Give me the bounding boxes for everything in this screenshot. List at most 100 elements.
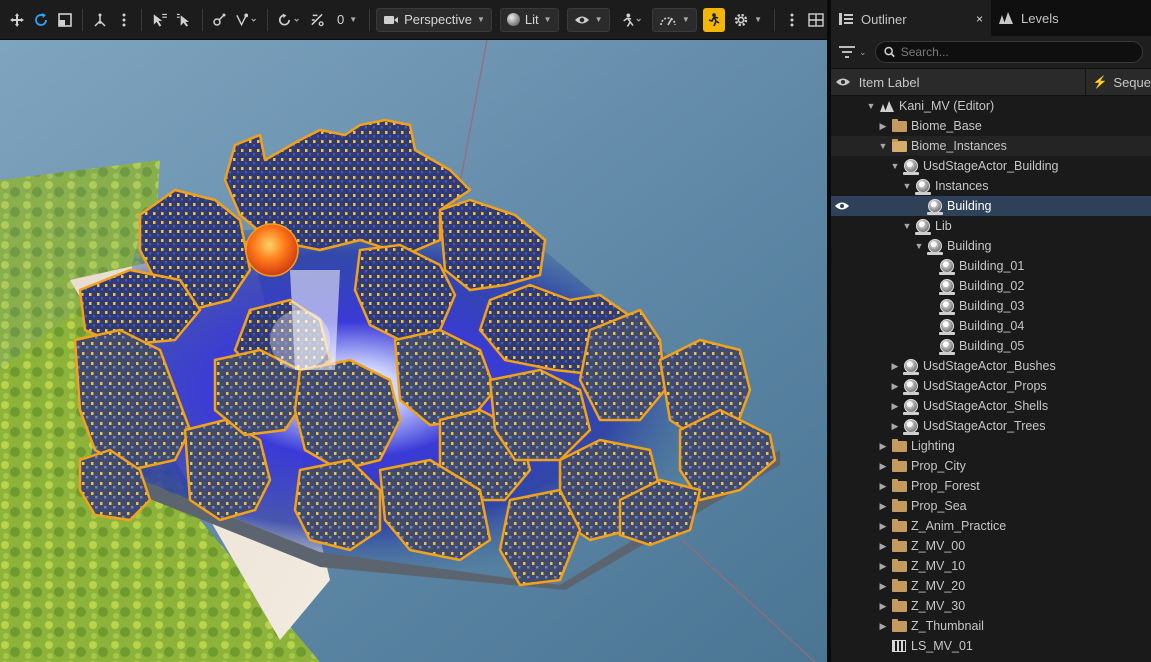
expanded-arrow-icon[interactable]: ▼ xyxy=(877,141,889,151)
expanded-arrow-icon[interactable]: ▼ xyxy=(913,241,925,251)
rotate-icon[interactable] xyxy=(30,8,52,32)
tree-row[interactable]: Building_04 xyxy=(831,316,1151,336)
tree-row[interactable]: ▶ Z_MV_00 xyxy=(831,536,1151,556)
tree-item-label: Biome_Base xyxy=(911,119,982,133)
search-input[interactable] xyxy=(900,45,1134,59)
more-options-icon[interactable] xyxy=(113,8,135,32)
viewport-layout-icon[interactable] xyxy=(805,8,827,32)
search-box[interactable] xyxy=(874,41,1143,63)
folder-icon xyxy=(891,618,907,634)
tree-row[interactable]: ▶ UsdStageActor_Props xyxy=(831,376,1151,396)
expanded-arrow-icon[interactable]: ▼ xyxy=(901,181,913,191)
folder-open-icon xyxy=(891,138,907,154)
expanded-arrow-icon[interactable]: ▼ xyxy=(889,161,901,171)
tree-row[interactable]: ▶ UsdStageActor_Bushes xyxy=(831,356,1151,376)
viewport-settings-dropdown[interactable]: ▼ xyxy=(727,8,768,32)
eye-icon xyxy=(835,78,850,86)
tree-row[interactable]: ▼ Kani_MV (Editor) xyxy=(831,96,1151,116)
tree-row[interactable]: ▶ Prop_Sea xyxy=(831,496,1151,516)
tree-row[interactable]: ▶ Z_MV_10 xyxy=(831,556,1151,576)
grid-snap-icon[interactable] xyxy=(306,8,329,32)
collapsed-arrow-icon[interactable]: ▶ xyxy=(889,421,901,432)
expanded-arrow-icon[interactable]: ▼ xyxy=(865,101,877,111)
show-flags-dropdown[interactable]: ▼ xyxy=(566,7,610,32)
visibility-column-header[interactable] xyxy=(831,77,855,87)
close-icon[interactable]: × xyxy=(976,12,983,26)
realtime-toggle-icon[interactable] xyxy=(702,7,726,32)
collapsed-arrow-icon[interactable]: ▶ xyxy=(889,361,901,372)
tree-item-label: UsdStageActor_Building xyxy=(923,159,1059,173)
filter-button[interactable]: ⌄ xyxy=(839,46,867,58)
usd-actor-icon xyxy=(927,198,943,215)
tree-row[interactable]: ▶ Z_Thumbnail xyxy=(831,616,1151,636)
scene-render[interactable] xyxy=(0,40,827,662)
tree-row[interactable]: ▶ UsdStageActor_Shells xyxy=(831,396,1151,416)
tree-row[interactable]: Building_03 xyxy=(831,296,1151,316)
collapsed-arrow-icon[interactable]: ▶ xyxy=(877,541,889,552)
outliner-search-row: ⌄ xyxy=(831,36,1151,68)
visibility-eye-icon[interactable] xyxy=(835,200,849,214)
tree-row[interactable]: ▶ Z_Anim_Practice xyxy=(831,516,1151,536)
toolbar-divider xyxy=(774,8,776,31)
tree-row[interactable]: Building_05 xyxy=(831,336,1151,356)
level-viewport[interactable]: 0 ▼ Perspective ▼ Lit ▼ ▼ ▼ ▼ xyxy=(0,0,827,662)
select-mode-icon[interactable] xyxy=(148,8,171,32)
usd-actor-icon xyxy=(927,238,943,255)
view-mode-dropdown[interactable]: Perspective ▼ xyxy=(376,7,492,32)
collapsed-arrow-icon[interactable]: ▶ xyxy=(877,121,889,132)
performance-dropdown[interactable]: ▼ xyxy=(651,7,697,32)
tree-row[interactable]: ▼ Lib xyxy=(831,216,1151,236)
collapsed-arrow-icon[interactable]: ▶ xyxy=(877,601,889,612)
surface-snap-icon[interactable] xyxy=(208,8,230,32)
tree-item-label: Lighting xyxy=(911,439,955,453)
lit-sphere-icon xyxy=(506,13,520,26)
tree-row[interactable]: Building xyxy=(831,196,1151,216)
tab-levels[interactable]: Levels xyxy=(991,0,1067,36)
select-filter-icon[interactable] xyxy=(173,8,196,32)
collapsed-arrow-icon[interactable]: ▶ xyxy=(877,481,889,492)
tab-outliner[interactable]: Outliner × xyxy=(831,0,991,36)
translate-icon[interactable] xyxy=(6,8,28,32)
tree-row[interactable]: ▶ Z_MV_30 xyxy=(831,596,1151,616)
collapsed-arrow-icon[interactable]: ▶ xyxy=(877,621,889,632)
tree-row[interactable]: ▶ Prop_City xyxy=(831,456,1151,476)
coordinate-space-icon[interactable] xyxy=(89,8,111,32)
collapsed-arrow-icon[interactable]: ▶ xyxy=(889,401,901,412)
tree-row[interactable]: ▶ Lighting xyxy=(831,436,1151,456)
tree-item-label: Z_MV_00 xyxy=(911,539,966,553)
tree-row[interactable]: LS_MV_01 xyxy=(831,636,1151,656)
collapsed-arrow-icon[interactable]: ▶ xyxy=(877,581,889,592)
tree-item-label: Prop_Forest xyxy=(911,479,980,493)
tree-row[interactable]: Building_02 xyxy=(831,276,1151,296)
tree-row[interactable]: Building_01 xyxy=(831,256,1151,276)
collapsed-arrow-icon[interactable]: ▶ xyxy=(889,381,901,392)
snap-value-dropdown[interactable]: 0 ▼ xyxy=(331,8,363,32)
lighting-mode-dropdown[interactable]: Lit ▼ xyxy=(499,7,559,32)
collapsed-arrow-icon[interactable]: ▶ xyxy=(877,561,889,572)
collapsed-arrow-icon[interactable]: ▶ xyxy=(877,441,889,452)
game-view-icon[interactable] xyxy=(616,8,646,32)
tree-row[interactable]: ▼ UsdStageActor_Building xyxy=(831,156,1151,176)
chevron-down-icon: ▼ xyxy=(754,15,763,24)
expanded-arrow-icon[interactable]: ▼ xyxy=(901,221,913,231)
collapsed-arrow-icon[interactable]: ▶ xyxy=(877,521,889,532)
more-options-icon[interactable] xyxy=(781,8,803,32)
folder-icon xyxy=(891,518,907,534)
sequence-column-header[interactable]: ⚡ Seque xyxy=(1086,75,1151,90)
tree-row[interactable]: ▼ Biome_Instances xyxy=(831,136,1151,156)
collapsed-arrow-icon[interactable]: ▶ xyxy=(877,501,889,512)
tree-item-label: Z_MV_30 xyxy=(911,599,966,613)
snap-settings-icon[interactable] xyxy=(232,8,260,32)
tree-row[interactable]: ▼ Building xyxy=(831,236,1151,256)
collapsed-arrow-icon[interactable]: ▶ xyxy=(877,461,889,472)
scale-icon[interactable] xyxy=(54,8,76,32)
rotation-snap-icon[interactable] xyxy=(274,8,304,32)
tree-row[interactable]: ▶ Prop_Forest xyxy=(831,476,1151,496)
item-label-column-header[interactable]: Item Label xyxy=(855,69,1087,95)
tree-row[interactable]: ▶ UsdStageActor_Trees xyxy=(831,416,1151,436)
tree-row[interactable]: ▶ Biome_Base xyxy=(831,116,1151,136)
tree-row[interactable]: ▼ Instances xyxy=(831,176,1151,196)
toolbar-divider xyxy=(201,8,203,31)
tree-row[interactable]: ▶ Z_MV_20 xyxy=(831,576,1151,596)
tree-item-label: LS_MV_01 xyxy=(911,639,973,653)
